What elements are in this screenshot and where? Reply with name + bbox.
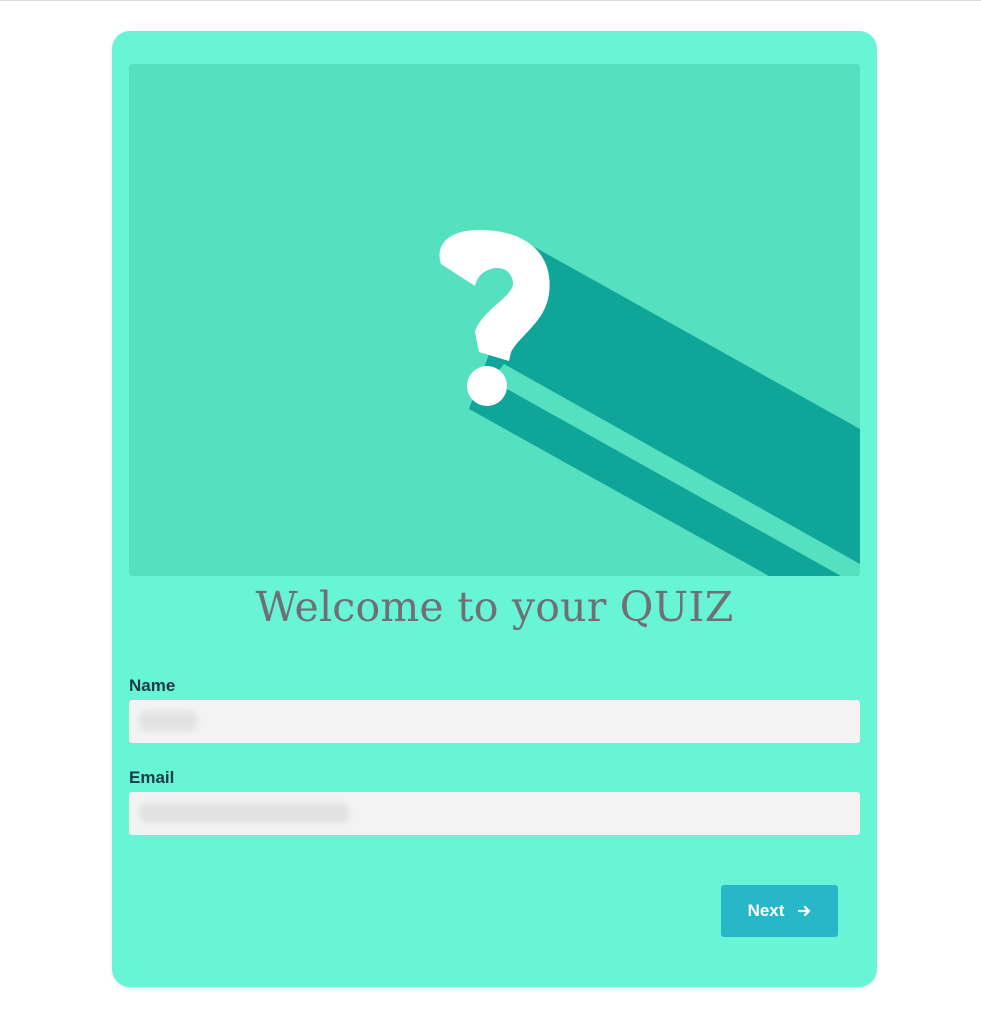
- quiz-title: Welcome to your QUIZ: [255, 583, 734, 631]
- arrow-right-icon: [798, 905, 811, 917]
- redacted-name: [139, 711, 197, 731]
- question-mark-illustration: [439, 230, 860, 576]
- quiz-hero-image: [129, 64, 860, 576]
- page-top-border: [0, 0, 981, 1]
- redacted-email: [139, 803, 349, 823]
- next-button[interactable]: Next: [721, 885, 838, 937]
- next-button-label: Next: [747, 901, 785, 920]
- email-label: Email: [129, 768, 175, 787]
- name-field[interactable]: [129, 700, 860, 743]
- quiz-card: Welcome to your QUIZ Name Email Next: [112, 31, 877, 987]
- email-field[interactable]: [129, 792, 860, 835]
- name-label: Name: [129, 676, 176, 695]
